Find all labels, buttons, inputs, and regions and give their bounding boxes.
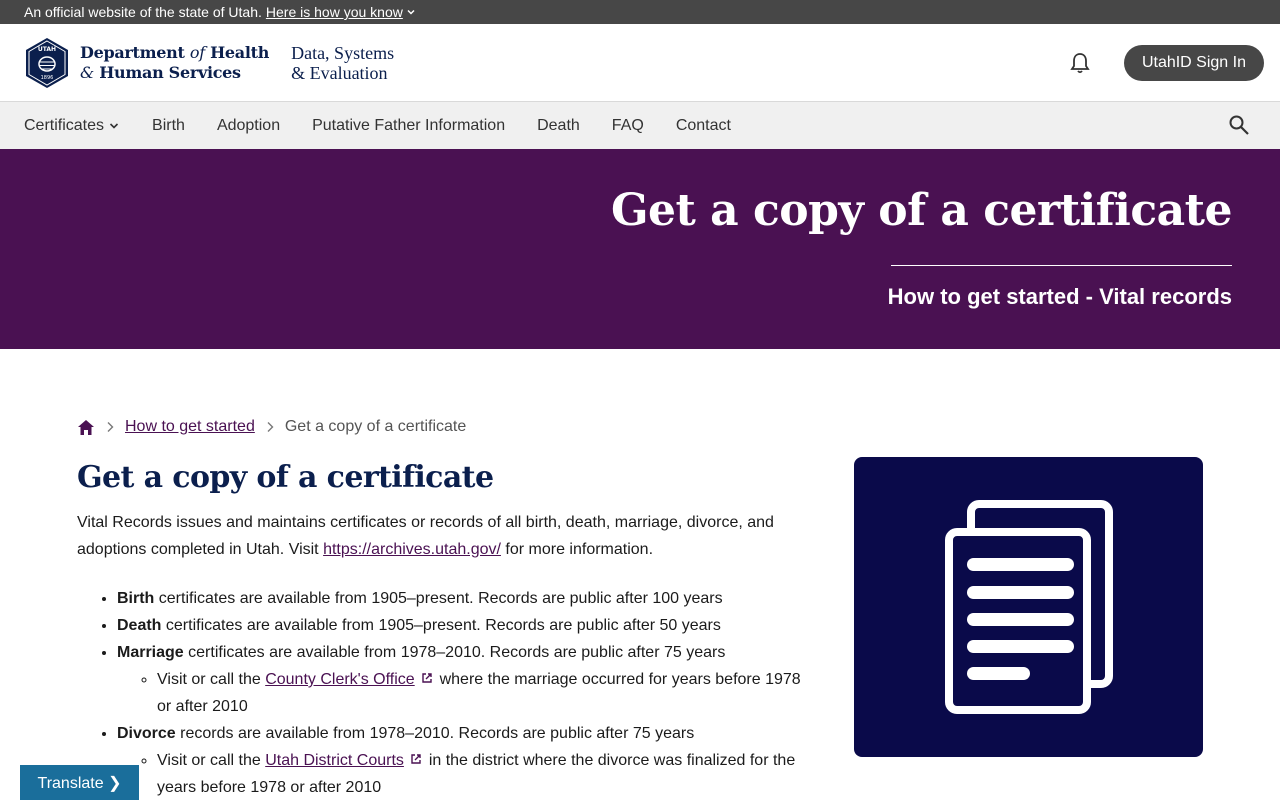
official-site-text: An official website of the state of Utah… [24, 4, 262, 20]
utahid-sign-in-button[interactable]: UtahID Sign In [1123, 44, 1264, 81]
notifications-button[interactable] [1060, 43, 1100, 83]
external-link-icon [411, 754, 422, 764]
nav-item-death[interactable]: Death [537, 117, 580, 135]
intro-paragraph: Vital Records issues and maintains certi… [77, 509, 817, 563]
item-label: Marriage [117, 644, 184, 661]
dept-word-health: Health [210, 42, 270, 62]
page-title: Get a copy of a certificate [77, 460, 494, 495]
division-name: Data, Systems & Evaluation [291, 43, 394, 83]
nav-item-adoption[interactable]: Adoption [217, 117, 280, 135]
hero-subtitle: How to get started - Vital records [887, 284, 1232, 309]
archives-link[interactable]: https://archives.utah.gov/ [323, 541, 501, 558]
hero-divider [891, 265, 1232, 266]
dept-ampersand: & [80, 62, 94, 82]
nav-item-faq[interactable]: FAQ [612, 117, 644, 135]
item-label: Death [117, 617, 162, 634]
county-clerk-link[interactable]: County Clerk's Office [265, 671, 414, 688]
external-link-icon [422, 673, 432, 683]
item-text: records are available from 1978–2010. Re… [180, 725, 695, 742]
division-line2: & Evaluation [291, 62, 388, 83]
breadcrumb: How to get started Get a copy of a certi… [77, 414, 817, 440]
records-list: Birth certificates are available from 19… [77, 585, 817, 800]
item-label: Divorce [117, 725, 176, 742]
nav-item-birth[interactable]: Birth [152, 117, 185, 135]
nav-item-putative-father[interactable]: Putative Father Information [312, 117, 505, 135]
nav-item-certificates[interactable]: Certificates [24, 117, 120, 135]
division-line1: Data, Systems [291, 42, 395, 63]
breadcrumb-how-to-get-started[interactable]: How to get started [125, 418, 255, 436]
header-actions: UtahID Sign In [1060, 43, 1264, 83]
sublist-item: Visit or call the County Clerk's Office … [157, 666, 817, 720]
dept-word-department: Department [80, 42, 185, 62]
utah-seal-icon: UTAH 1896 [26, 37, 68, 88]
documents-icon [944, 500, 1113, 714]
breadcrumb-current: Get a copy of a certificate [284, 418, 467, 435]
dept-word-human-services: Human Services [99, 62, 241, 82]
hero-title: Get a copy of a certificate [610, 185, 1233, 236]
svg-text:1896: 1896 [41, 75, 54, 81]
main-content: How to get started Get a copy of a certi… [77, 414, 817, 800]
home-icon[interactable] [77, 419, 95, 436]
svg-text:UTAH: UTAH [38, 46, 56, 53]
sublist-item: Visit or call the Utah District Courts i… [157, 747, 817, 800]
marriage-sublist: Visit or call the County Clerk's Office … [117, 666, 817, 720]
search-icon[interactable] [1228, 114, 1250, 136]
how-you-know-link[interactable]: Here is how you know [266, 4, 416, 20]
item-label: Birth [117, 590, 155, 607]
sub-text: Visit or call the [157, 752, 261, 769]
main-nav: Certificates Birth Adoption Putative Fat… [0, 102, 1280, 149]
chevron-right-icon [267, 422, 274, 432]
chevron-down-icon [109, 122, 119, 129]
nav-certificates-label: Certificates [24, 116, 105, 134]
intro-text-end: for more information. [505, 541, 654, 558]
sub-text: Visit or call the [157, 671, 261, 688]
district-courts-link[interactable]: Utah District Courts [265, 752, 404, 769]
item-text: certificates are available from 1905–pre… [165, 617, 721, 634]
chevron-down-icon [407, 9, 415, 15]
site-header: UTAH 1896 Department of Health & Human S… [0, 24, 1280, 102]
translate-button[interactable]: Translate ❯ [20, 765, 139, 800]
dhhs-logo[interactable]: UTAH 1896 Department of Health & Human S… [24, 37, 394, 89]
how-you-know-label: Here is how you know [265, 4, 403, 20]
item-text: certificates are available from 1978–201… [188, 644, 726, 661]
chevron-right-icon [107, 422, 114, 432]
dept-word-of: of [189, 42, 205, 62]
list-item-marriage: Marriage certificates are available from… [117, 639, 817, 720]
item-text: certificates are available from 1905–pre… [158, 590, 723, 607]
nav-item-contact[interactable]: Contact [676, 117, 731, 135]
department-name: Department of Health & Human Services [80, 43, 269, 83]
hero-banner: Get a copy of a certificate How to get s… [0, 149, 1280, 349]
bell-icon [1070, 52, 1090, 73]
list-item-death: Death certificates are available from 19… [117, 612, 817, 639]
list-item-birth: Birth certificates are available from 19… [117, 585, 817, 612]
list-item-divorce: Divorce records are available from 1978–… [117, 720, 817, 800]
divorce-sublist: Visit or call the Utah District Courts i… [117, 747, 817, 800]
certificate-illustration [854, 457, 1203, 757]
official-site-banner: An official website of the state of Utah… [0, 0, 1280, 24]
